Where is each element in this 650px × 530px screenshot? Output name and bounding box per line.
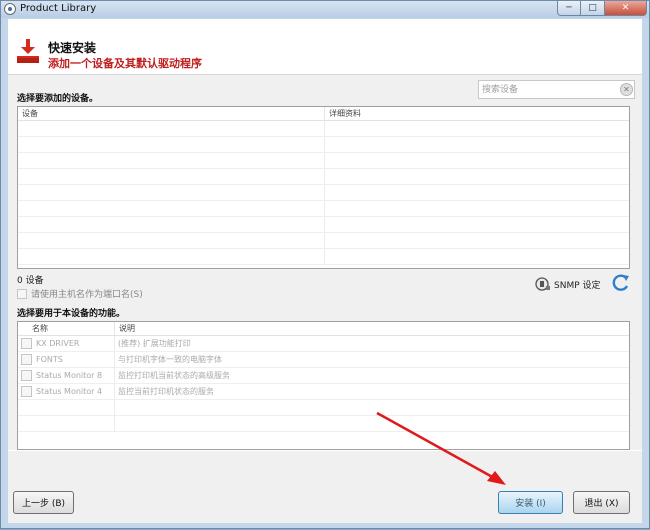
device-rows xyxy=(18,121,629,265)
use-hostname-option: 请使用主机名作为端口名(S) xyxy=(17,287,143,300)
header-panel: 快速安装 添加一个设备及其默认驱动程序 xyxy=(8,19,642,75)
feature-name: KX DRIVER xyxy=(36,339,80,348)
feature-name: Status Monitor 4 xyxy=(36,387,103,396)
feature-name-cell: Status Monitor 8 xyxy=(18,368,115,383)
feature-description: (推荐) 扩展功能打印 xyxy=(118,339,191,348)
refresh-icon[interactable] xyxy=(612,274,630,292)
feature-checkbox[interactable] xyxy=(21,370,32,381)
product-library-window: Product Library ─ □ ✕ 快速安装 添加一个设备及其默认驱动程… xyxy=(0,0,650,529)
device-empty-row xyxy=(18,201,629,217)
feature-description-cell xyxy=(115,416,629,431)
feature-description: 监控打印机当前状态的高级服务 xyxy=(118,371,230,380)
column-header-description[interactable]: 说明 xyxy=(115,322,629,335)
device-cell xyxy=(18,201,325,216)
devices-section-label: 选择要添加的设备。 xyxy=(17,94,99,104)
feature-row[interactable]: KX DRIVER (推荐) 扩展功能打印 xyxy=(18,336,629,352)
device-cell xyxy=(18,153,325,168)
feature-description-cell: 监控打印机当前状态的高级服务 xyxy=(115,368,629,383)
device-empty-row xyxy=(18,153,629,169)
feature-name-cell: FONTS xyxy=(18,352,115,367)
use-hostname-label: 请使用主机名作为端口名(S) xyxy=(31,290,143,300)
details-cell xyxy=(325,185,629,200)
device-cell xyxy=(18,185,325,200)
device-empty-row xyxy=(18,137,629,153)
snmp-icon xyxy=(535,277,550,291)
feature-empty-row xyxy=(18,400,629,416)
snmp-settings-label: SNMP 设定 xyxy=(554,280,601,291)
feature-description-cell: (推荐) 扩展功能打印 xyxy=(115,336,629,351)
details-cell xyxy=(325,217,629,232)
feature-name-cell xyxy=(18,416,115,431)
install-button[interactable]: 安装 (I) xyxy=(498,491,563,514)
device-list-header: 设备 详细资料 xyxy=(18,107,629,121)
device-list[interactable]: 设备 详细资料 xyxy=(17,106,630,269)
page-title: 快速安装 xyxy=(48,41,97,55)
details-cell xyxy=(325,169,629,184)
feature-description-cell: 监控当前打印机状态的服务 xyxy=(115,384,629,399)
details-cell xyxy=(325,153,629,168)
device-empty-row xyxy=(18,217,629,233)
details-cell xyxy=(325,137,629,152)
download-tray-icon xyxy=(17,39,39,63)
device-cell xyxy=(18,217,325,232)
device-cell xyxy=(18,121,325,136)
feature-empty-row xyxy=(18,416,629,432)
feature-row[interactable]: Status Monitor 8 监控打印机当前状态的高级服务 xyxy=(18,368,629,384)
feature-description: 与打印机字体一致的电脑字体 xyxy=(118,355,222,364)
minimize-button[interactable]: ─ xyxy=(557,1,581,16)
column-header-device[interactable]: 设备 xyxy=(18,107,325,120)
details-cell xyxy=(325,201,629,216)
device-empty-row xyxy=(18,121,629,137)
use-hostname-checkbox xyxy=(17,288,27,299)
feature-name: FONTS xyxy=(36,355,63,364)
feature-checkbox[interactable] xyxy=(21,386,32,397)
feature-checkbox[interactable] xyxy=(21,338,32,349)
feature-row[interactable]: Status Monitor 4 监控当前打印机状态的服务 xyxy=(18,384,629,400)
back-button[interactable]: 上一步 (B) xyxy=(13,491,74,514)
feature-checkbox[interactable] xyxy=(21,354,32,365)
window-title: Product Library xyxy=(20,3,97,14)
device-cell xyxy=(18,169,325,184)
window-controls: ─ □ ✕ xyxy=(557,1,647,16)
device-cell xyxy=(18,233,325,248)
page-subtitle: 添加一个设备及其默认驱动程序 xyxy=(48,57,202,70)
clear-search-icon[interactable]: ✕ xyxy=(620,83,633,96)
dialog-body: 快速安装 添加一个设备及其默认驱动程序 选择要添加的设备。 ✕ 设备 详细资料 … xyxy=(8,19,642,523)
details-cell xyxy=(325,121,629,136)
device-cell xyxy=(18,249,325,264)
device-search-input[interactable] xyxy=(479,81,615,98)
maximize-button[interactable]: □ xyxy=(581,1,605,16)
feature-description-cell xyxy=(115,400,629,415)
device-empty-row xyxy=(18,233,629,249)
exit-button[interactable]: 退出 (X) xyxy=(573,491,630,514)
feature-name-cell xyxy=(18,400,115,415)
footer-divider xyxy=(8,450,642,451)
device-empty-row xyxy=(18,169,629,185)
feature-description: 监控当前打印机状态的服务 xyxy=(118,387,214,396)
feature-name-cell: KX DRIVER xyxy=(18,336,115,351)
device-count: 0 设备 xyxy=(17,276,44,286)
feature-list-header: 名称 说明 xyxy=(18,322,629,336)
feature-name: Status Monitor 8 xyxy=(36,371,103,380)
device-cell xyxy=(18,137,325,152)
device-search: ✕ xyxy=(478,80,635,99)
details-cell xyxy=(325,233,629,248)
column-header-details[interactable]: 详细资料 xyxy=(325,107,629,120)
feature-row[interactable]: FONTS 与打印机字体一致的电脑字体 xyxy=(18,352,629,368)
feature-list[interactable]: 名称 说明 KX DRIVER (推荐) 扩展功能打印 FONTS 与打印机字体一致的… xyxy=(17,321,630,450)
feature-name-cell: Status Monitor 4 xyxy=(18,384,115,399)
snmp-settings-link[interactable]: SNMP 设定 xyxy=(535,276,601,292)
title-bar[interactable]: Product Library ─ □ ✕ xyxy=(1,1,649,18)
column-header-name[interactable]: 名称 xyxy=(18,322,115,335)
feature-rows: KX DRIVER (推荐) 扩展功能打印 FONTS 与打印机字体一致的电脑字体 St… xyxy=(18,336,629,432)
details-cell xyxy=(325,249,629,264)
device-empty-row xyxy=(18,249,629,265)
app-icon xyxy=(4,3,16,15)
features-section-label: 选择要用于本设备的功能。 xyxy=(17,309,126,319)
feature-description-cell: 与打印机字体一致的电脑字体 xyxy=(115,352,629,367)
device-empty-row xyxy=(18,185,629,201)
close-button[interactable]: ✕ xyxy=(605,1,647,16)
